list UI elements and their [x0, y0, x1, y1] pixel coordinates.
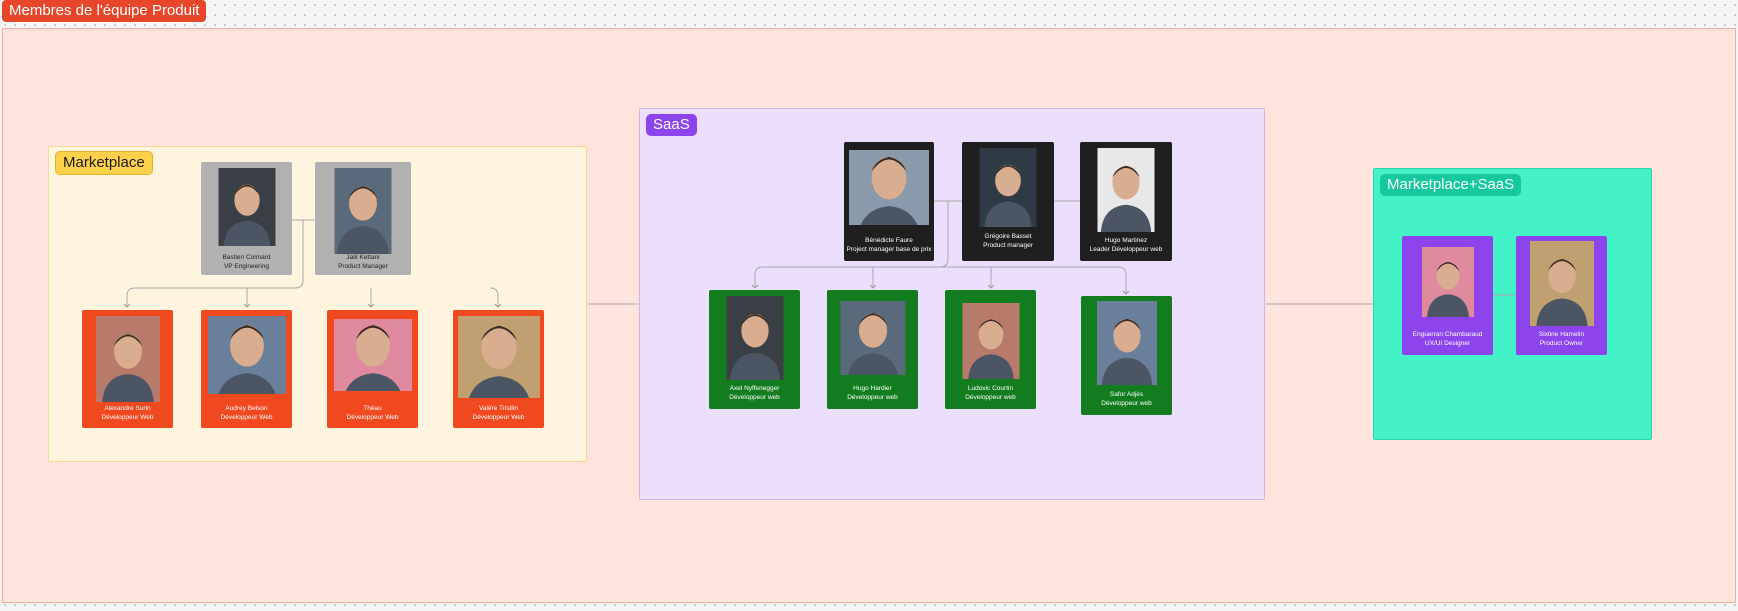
card-role: Développeur Web — [220, 414, 273, 421]
card-sixtine-hamelin[interactable]: Sixtine Hamelin Product Owner — [1516, 236, 1607, 355]
avatar — [457, 316, 540, 398]
avatar — [962, 303, 1019, 379]
card-name: Safor Adjès — [1109, 391, 1144, 398]
avatar — [1097, 148, 1155, 232]
card-role: Développeur Web — [472, 414, 525, 421]
card-audrey-belson[interactable]: Audrey Belson Développeur Web — [201, 310, 292, 428]
link-marketplace-branch-4 — [489, 287, 502, 308]
card-name: Jalil Kettani — [346, 254, 380, 261]
card-alexandre-surin[interactable]: Alexandre Surin Développeur Web — [82, 310, 173, 428]
avatar — [218, 168, 275, 246]
card-role: Product Owner — [1539, 340, 1584, 347]
avatar — [1529, 241, 1594, 326]
card-name: Audrey Belson — [225, 405, 268, 412]
avatar — [207, 316, 286, 394]
avatar — [334, 168, 392, 254]
card-theau[interactable]: Théau Développeur Web — [327, 310, 418, 428]
card-name: Axel Nyffenegger — [729, 385, 780, 392]
card-role: Développeur web — [965, 394, 1016, 401]
card-name: Bastien Colmard — [222, 254, 271, 261]
card-role: VP Engineering — [223, 263, 270, 270]
card-role: Développeur web — [1101, 400, 1152, 407]
card-name: Alexandre Surin — [104, 405, 151, 412]
card-safor-adjes[interactable]: Safor Adjès Développeur web — [1081, 296, 1172, 415]
card-name: Valère Tristlin — [479, 405, 518, 412]
card-role: Leader Développeur web — [1089, 246, 1163, 253]
card-role: Développeur Web — [346, 414, 399, 421]
card-valere-tristlin[interactable]: Valère Tristlin Développeur Web — [453, 310, 544, 428]
card-name: Bénédicte Faure — [865, 237, 913, 244]
card-name: Théau — [363, 405, 382, 412]
card-role: UX/UI Designer — [1424, 340, 1471, 347]
card-role: Product manager — [983, 242, 1033, 249]
card-name: Enguerran Chambaraud — [1412, 331, 1483, 338]
card-gregoire-basset[interactable]: Grégoire Basset Product manager — [962, 142, 1054, 261]
card-hugo-martinez[interactable]: Hugo Martinez Leader Développeur web — [1080, 142, 1172, 261]
card-name: Grégoire Basset — [984, 233, 1032, 240]
avatar — [726, 296, 783, 380]
card-name: Ludovic Courtin — [967, 385, 1014, 392]
card-benedicte-faure[interactable]: Bénédicte Faure Project manager base de … — [844, 142, 934, 261]
avatar — [849, 150, 929, 225]
avatar — [333, 319, 412, 391]
avatar — [979, 148, 1037, 227]
card-name: Sixtine Hamelin — [1538, 331, 1585, 338]
card-bastien-colmard[interactable]: Bastien Colmard VP Engineering — [201, 162, 292, 275]
card-role: Project manager base de prix — [846, 246, 932, 253]
card-ludovic-courtin[interactable]: Ludovic Courtin Développeur web — [945, 290, 1036, 409]
avatar — [1096, 301, 1157, 385]
card-axel-nyffenegger[interactable]: Axel Nyffenegger Développeur web — [709, 290, 800, 409]
card-hugo-hardier[interactable]: Hugo Hardier Développeur web — [827, 290, 918, 409]
card-name: Hugo Martinez — [1104, 237, 1148, 244]
card-enguerran-chambaraud[interactable]: Enguerran Chambaraud UX/UI Designer — [1402, 236, 1493, 355]
card-name: Hugo Hardier — [853, 385, 892, 392]
card-jalil-kettani[interactable]: Jalil Kettani Product Manager — [315, 162, 411, 275]
card-role: Product Manager — [338, 263, 388, 270]
avatar — [840, 301, 905, 375]
card-role: Développeur Web — [101, 414, 154, 421]
card-role: Développeur web — [847, 394, 898, 401]
avatar — [1421, 247, 1474, 317]
avatar — [95, 316, 160, 402]
card-role: Développeur web — [729, 394, 780, 401]
